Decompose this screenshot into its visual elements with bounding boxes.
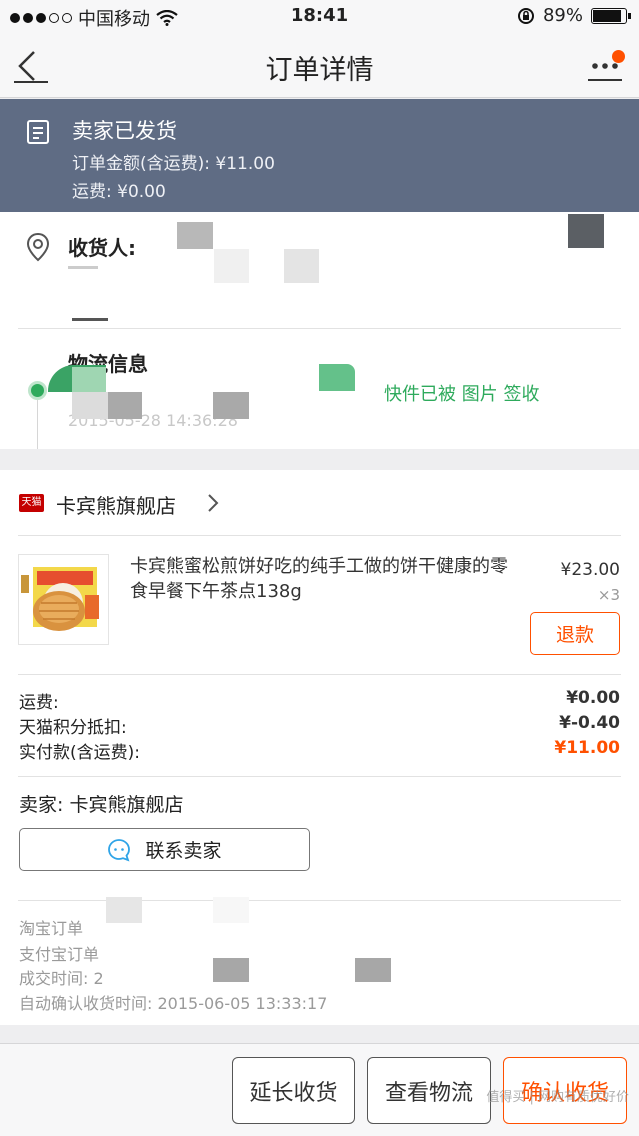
battery-percent: 89% xyxy=(542,5,583,26)
seller-label: 卖家: 卡宾熊旗舰店 xyxy=(19,794,184,816)
rotation-lock-icon xyxy=(517,7,534,24)
product-thumbnail[interactable] xyxy=(18,554,109,645)
chevron-right-icon[interactable] xyxy=(206,492,220,514)
battery-icon xyxy=(591,7,631,24)
receiver-label: 收货人: xyxy=(68,236,136,260)
fee-value: ¥-0.40 xyxy=(559,713,620,733)
refund-button[interactable]: 退款 xyxy=(530,612,620,655)
redacted-block xyxy=(214,249,249,283)
redacted-block xyxy=(213,897,249,923)
product-title[interactable]: 卡宾熊蜜松煎饼好吃的纯手工做的饼干健康的零食早餐下午茶点138g xyxy=(130,554,508,604)
deal-time: 成交时间: 2 xyxy=(19,969,104,988)
fee-value: ¥11.00 xyxy=(554,738,620,758)
notification-dot xyxy=(612,50,625,63)
redacted-block xyxy=(108,392,142,419)
product-image xyxy=(19,555,108,644)
redacted-block xyxy=(72,392,108,419)
chat-bubble-icon xyxy=(108,838,131,861)
logistics-status: 快件已被 图片 签收 xyxy=(384,384,540,405)
redacted-block xyxy=(177,222,213,249)
divider xyxy=(18,776,621,777)
redacted-block xyxy=(213,958,249,982)
alipay-order-number: 支付宝订单 xyxy=(19,945,100,964)
order-amount: 订单金额(含运费): ¥11.00 xyxy=(72,154,275,174)
order-document-icon xyxy=(27,120,49,144)
shipping-fee: 运费: ¥0.00 xyxy=(72,182,166,202)
timeline-dot xyxy=(28,381,47,400)
redacted-block xyxy=(319,364,355,391)
bottom-action-bar: 延长收货 查看物流 确认收货 值得买 | 网购有质优好价 xyxy=(0,1043,639,1136)
contact-seller-button[interactable]: 联系卖家 xyxy=(19,828,310,871)
tmall-logo: 天猫 xyxy=(19,494,44,512)
fee-label: 实付款(含运费): xyxy=(19,743,140,763)
timeline-line xyxy=(37,400,38,449)
redacted-block xyxy=(568,214,604,248)
fee-label: 运费: xyxy=(19,693,59,713)
fee-row: 实付款(含运费): ¥11.00 xyxy=(19,738,620,763)
fee-label: 天猫积分抵扣: xyxy=(19,718,127,738)
watermark: 值得买 | 网购有质优好价 xyxy=(486,1090,629,1105)
extend-receipt-button[interactable]: 延长收货 xyxy=(232,1057,355,1124)
battery-level xyxy=(593,9,622,22)
product-quantity: ×3 xyxy=(597,586,620,604)
contact-seller-label: 联系卖家 xyxy=(145,840,222,862)
battery-info: 89% xyxy=(517,5,631,26)
divider xyxy=(18,328,621,329)
divider xyxy=(18,674,621,675)
delivery-address[interactable]: 收货人: xyxy=(0,212,639,328)
logistics-section[interactable]: 物流信息 2015-05-28 14:36:28 快件已被 图片 签收 xyxy=(0,328,639,449)
redacted-block xyxy=(72,318,108,321)
redacted-block xyxy=(284,249,319,283)
view-logistics-button[interactable]: 查看物流 xyxy=(367,1057,491,1124)
order-status-title: 卖家已发货 xyxy=(72,119,177,143)
redacted-block xyxy=(355,958,391,982)
auto-confirm-time: 自动确认收货时间: 2015-06-05 13:33:17 xyxy=(19,994,328,1013)
divider xyxy=(18,535,621,536)
order-status-banner: 卖家已发货 订单金额(含运费): ¥11.00 运费: ¥0.00 xyxy=(0,99,639,212)
fee-row: 运费: ¥0.00 xyxy=(19,688,620,713)
redacted-block xyxy=(72,367,106,392)
redacted-block xyxy=(68,266,98,269)
fee-value: ¥0.00 xyxy=(566,688,620,708)
location-pin-icon xyxy=(26,232,50,262)
product-price: ¥23.00 xyxy=(560,560,620,580)
page-title: 订单详情 xyxy=(265,55,374,86)
status-bar: 中国移动 18:41 89% xyxy=(0,0,639,34)
nav-bar: 订单详情 xyxy=(0,34,639,98)
order-detail-card: 天猫 卡宾熊旗舰店 卡宾熊蜜松煎饼好吃的纯手工做的饼干健康的零食早餐下午茶点13… xyxy=(0,470,639,1025)
taobao-order-number: 淘宝订单 xyxy=(19,919,84,938)
redacted-block xyxy=(106,897,142,923)
redacted-block xyxy=(213,392,249,419)
more-menu-button[interactable] xyxy=(587,48,625,84)
store-name-link[interactable]: 卡宾熊旗舰店 xyxy=(56,490,176,519)
fee-row: 天猫积分抵扣: ¥-0.40 xyxy=(19,713,620,738)
